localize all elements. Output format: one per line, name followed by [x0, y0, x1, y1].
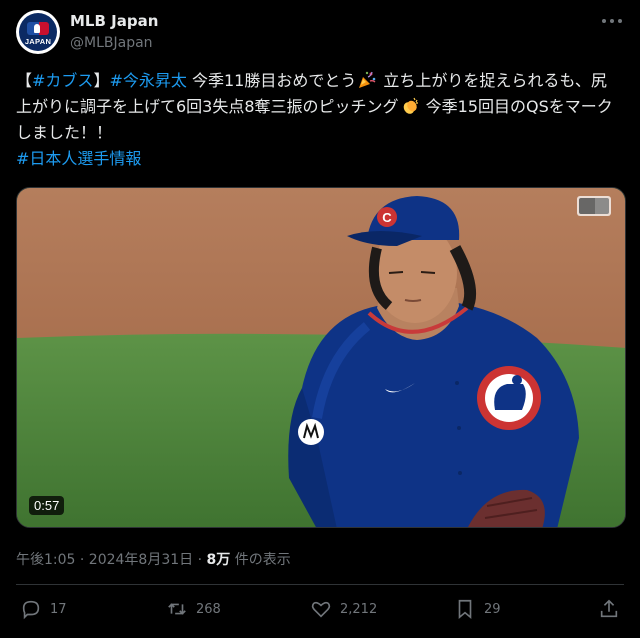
share-button[interactable] [598, 598, 620, 620]
bookmark-count: 29 [484, 601, 501, 617]
tweet-header: JAPAN MLB Japan @MLBJapan [16, 10, 624, 58]
hashtag-japanese-players[interactable]: #日本人選手情報 [16, 149, 141, 168]
avatar-label: JAPAN [24, 36, 52, 46]
svg-text:C: C [382, 210, 392, 225]
party-popper-icon [359, 71, 376, 88]
video-player[interactable]: C 0:57 [16, 187, 626, 528]
reply-button[interactable]: 17 [20, 598, 67, 620]
bookmark-button[interactable]: 29 [454, 598, 501, 620]
views-count: 8万 [206, 552, 231, 568]
hashtag-imanaga[interactable]: #今永昇太 [109, 71, 186, 90]
mlb-logo-mark [27, 21, 49, 35]
tweet-text: 【#カブス】#今永昇太 今季11勝目おめでとう 立ち上がりを捉えられるも、尻上が… [16, 68, 620, 172]
hashtag-cubs[interactable]: #カブス [32, 71, 93, 90]
reply-count: 17 [50, 601, 67, 617]
repost-icon [168, 603, 186, 615]
avatar[interactable]: JAPAN [16, 10, 60, 54]
post-datetime[interactable]: 午後1:05 · 2024年8月31日 · [16, 552, 207, 568]
mlb-logo: JAPAN [19, 13, 57, 51]
like-count: 2,212 [340, 601, 378, 617]
heart-icon [311, 601, 331, 618]
repost-button[interactable]: 268 [166, 598, 221, 620]
views-label: 件の表示 [230, 552, 291, 568]
divider [16, 584, 624, 585]
text-congrats: 今季11勝目おめでとう [186, 71, 357, 90]
mlb-watermark-icon [577, 196, 611, 216]
text-bracket-open: 【 [16, 71, 33, 90]
like-button[interactable]: 2,212 [310, 598, 377, 620]
handle[interactable]: @MLBJapan [70, 33, 158, 53]
clapping-hands-icon [403, 97, 418, 114]
bookmark-icon [458, 599, 472, 620]
repost-count: 268 [196, 601, 221, 617]
video-frame: C [17, 188, 625, 527]
share-icon [600, 599, 618, 618]
video-duration: 0:57 [29, 496, 65, 515]
author-names: MLB Japan @MLBJapan [70, 11, 158, 53]
text-bracket-close: 】 [93, 71, 110, 90]
tweet-meta: 午後1:05 · 2024年8月31日 · 8万 件の表示 [16, 549, 291, 569]
display-name[interactable]: MLB Japan [70, 11, 158, 31]
reply-icon [22, 600, 40, 620]
action-bar: 17 268 2,212 29 [16, 598, 624, 628]
more-options-icon[interactable] [602, 16, 622, 26]
